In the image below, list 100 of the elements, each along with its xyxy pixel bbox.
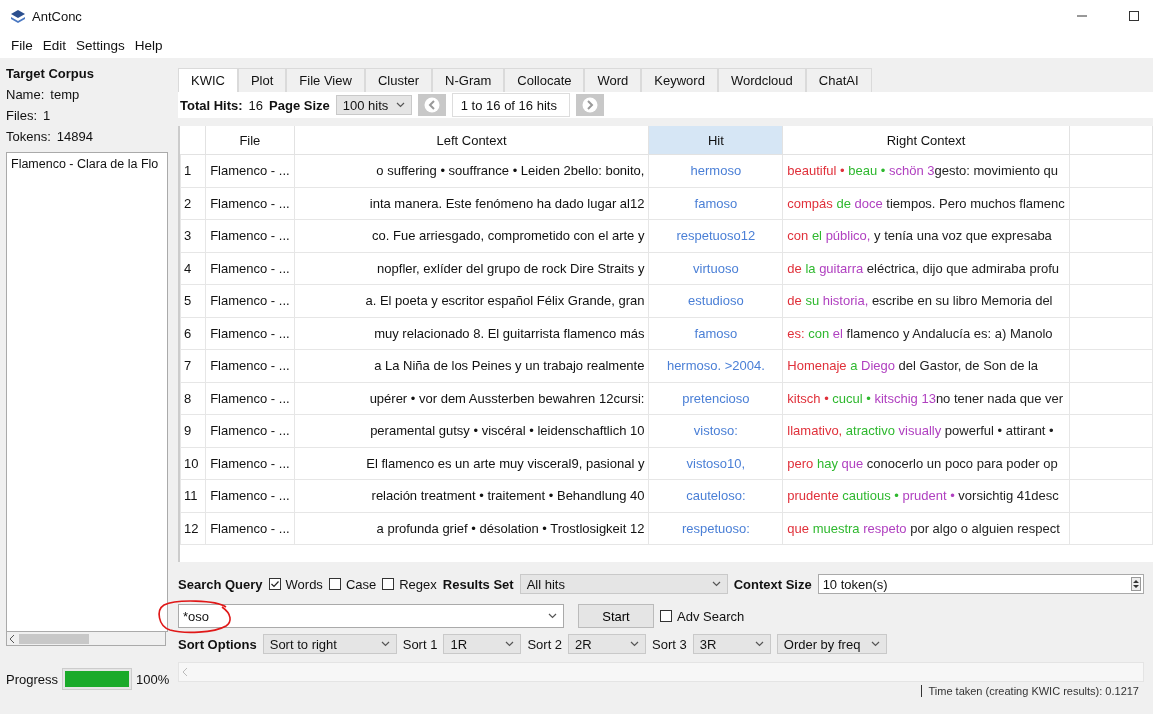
table-cell: Flamenco - ... [205, 479, 295, 512]
hit-cell: cauteloso: [648, 479, 783, 512]
caret-icon [380, 641, 390, 647]
table-cell: Flamenco - ... [205, 382, 295, 415]
table-cell: que muestra respeto por algo o alguien respect [782, 512, 1070, 545]
row-number: 8 [180, 382, 206, 415]
app-logo-icon [10, 9, 26, 23]
menu-item[interactable]: File [6, 37, 38, 53]
column-header[interactable]: Hit [648, 126, 783, 155]
tab[interactable]: ChatAI [805, 68, 872, 92]
hit-cell: vistoso: [648, 414, 783, 447]
table-cell: compás de doce tiempos. Pero muchos flamenc [782, 187, 1070, 220]
row-number: 1 [180, 154, 206, 187]
search-query-label: Search Query [178, 576, 263, 592]
row-number: 4 [180, 252, 206, 285]
next-page-button[interactable] [575, 94, 604, 116]
checkbox[interactable]: Regex [382, 576, 437, 592]
previous-page-button[interactable] [417, 94, 446, 116]
column-header[interactable]: Right Context [782, 126, 1070, 155]
table-cell: Flamenco - ... [205, 447, 295, 480]
sort-level-dropdown[interactable]: 1R [443, 634, 522, 654]
results-set-dropdown[interactable]: All hits [519, 574, 728, 594]
row-number: 6 [180, 317, 206, 350]
sort-options-label: Sort Options [178, 636, 257, 652]
checkbox[interactable]: Words [268, 576, 323, 592]
table-cell: es: con el flamenco y Andalucía es: a) Manolo [782, 317, 1070, 350]
tab[interactable]: Collocate [504, 68, 585, 92]
hit-cell: virtuoso [648, 252, 783, 285]
table-cell: muy relacionado 8. El guitarrista flamenco más [294, 317, 649, 350]
tab[interactable]: File View [286, 68, 365, 92]
table-cell: peramental gutsy • viscéral • leidenschaftlich 10 [294, 414, 649, 447]
table-cell: inta manera. Este fenómeno ha dado lugar al12 [294, 187, 649, 220]
table-cell: co. Fue arriesgado, comprometido con el arte y [294, 219, 649, 252]
hit-cell: famoso [648, 317, 783, 350]
tab[interactable]: Word [584, 68, 642, 92]
caret-icon [754, 641, 764, 647]
checkbox[interactable]: Adv Search [660, 608, 745, 624]
hit-cell: famoso [648, 187, 783, 220]
total-hits-label: Total Hits: [180, 97, 243, 113]
table-cell: Flamenco - ... [205, 219, 295, 252]
table-cell: a profunda grief • désolation • Trostlosigkeit 12 [294, 512, 649, 545]
row-number: 7 [180, 349, 206, 382]
sort-mode-dropdown[interactable]: Sort to right [262, 634, 397, 654]
checkbox[interactable]: Case [328, 576, 377, 592]
hit-cell: respetuoso: [648, 512, 783, 545]
table-cell: Flamenco - ... [205, 317, 295, 350]
tab[interactable]: Keyword [641, 68, 718, 92]
sort-level-dropdown[interactable]: 2R [568, 634, 647, 654]
table-cell: de su historia, escribe en su libro Memoria del [782, 284, 1070, 317]
page-size-dropdown[interactable]: 100 hits [335, 95, 412, 115]
tab[interactable]: Cluster [364, 68, 433, 92]
caret-icon [505, 641, 515, 647]
caret-icon [395, 102, 405, 108]
hit-cell: respetuoso12 [648, 219, 783, 252]
column-header[interactable]: Left Context [294, 126, 649, 155]
row-number: 5 [180, 284, 206, 317]
row-number: 3 [180, 219, 206, 252]
caret-icon [630, 641, 640, 647]
table-cell: Flamenco - ... [205, 414, 295, 447]
results-set-label: Results Set [442, 576, 514, 592]
table-cell: upérer • vor dem Aussterben bewahren 12cursi: [294, 382, 649, 415]
table-cell: El flamenco es un arte muy visceral9, pasional y [294, 447, 649, 480]
caret-icon [548, 613, 557, 619]
context-size-label: Context Size [733, 576, 812, 592]
horizontal-scrollbar[interactable] [6, 632, 166, 646]
maximize-icon[interactable] [1129, 11, 1139, 21]
table-cell: con el público, y tenía una voz que expresaba [782, 219, 1070, 252]
row-number: 9 [180, 414, 206, 447]
field-label: Name: [6, 87, 45, 102]
table-cell: beautiful • beau • schön 3gesto: movimiento qu [782, 154, 1070, 187]
menu-item[interactable]: Help [129, 37, 168, 53]
menu-item[interactable]: Settings [71, 37, 130, 53]
tab[interactable]: Wordcloud [717, 68, 806, 92]
field-value: 1 [43, 108, 51, 123]
page-range-field: 1 to 16 of 16 hits [451, 93, 570, 117]
progress-label: Progress [6, 671, 59, 687]
sort-level-dropdown[interactable]: 3R [692, 634, 771, 654]
start-button[interactable]: Start [578, 604, 654, 628]
hit-cell: vistoso10, [648, 447, 783, 480]
table-cell: de la guitarra eléctrica, dijo que admiraba profu [782, 252, 1070, 285]
menu-item[interactable]: Edit [37, 37, 72, 53]
file-list-item[interactable]: Flamenco - Clara de la Flo [7, 153, 167, 175]
context-size-spinner[interactable]: 10 token(s) [817, 574, 1144, 594]
tab[interactable]: N-Gram [432, 68, 505, 92]
column-header[interactable]: File [205, 126, 295, 155]
field-value: temp [50, 87, 80, 102]
table-cell: Flamenco - ... [205, 252, 295, 285]
panel-heading: Target Corpus [6, 66, 95, 81]
table-cell: Flamenco - ... [205, 154, 295, 187]
order-dropdown[interactable]: Order by freq [776, 634, 887, 654]
hit-cell: hermoso. >2004. [648, 349, 783, 382]
table-cell: llamativo, atractivo visually powerful • attirant • [782, 414, 1070, 447]
table-cell: Flamenco - ... [205, 349, 295, 382]
table-cell: Homenaje a Diego del Gastor, de Son de la [782, 349, 1070, 382]
tab[interactable]: Plot [237, 68, 287, 92]
total-hits-value: 16 [248, 97, 264, 113]
page-size-label: Page Size [269, 97, 330, 113]
search-query-field[interactable]: *oso [178, 604, 564, 628]
scroll-left-icon[interactable] [10, 634, 15, 643]
tab[interactable]: KWIC [178, 68, 238, 92]
